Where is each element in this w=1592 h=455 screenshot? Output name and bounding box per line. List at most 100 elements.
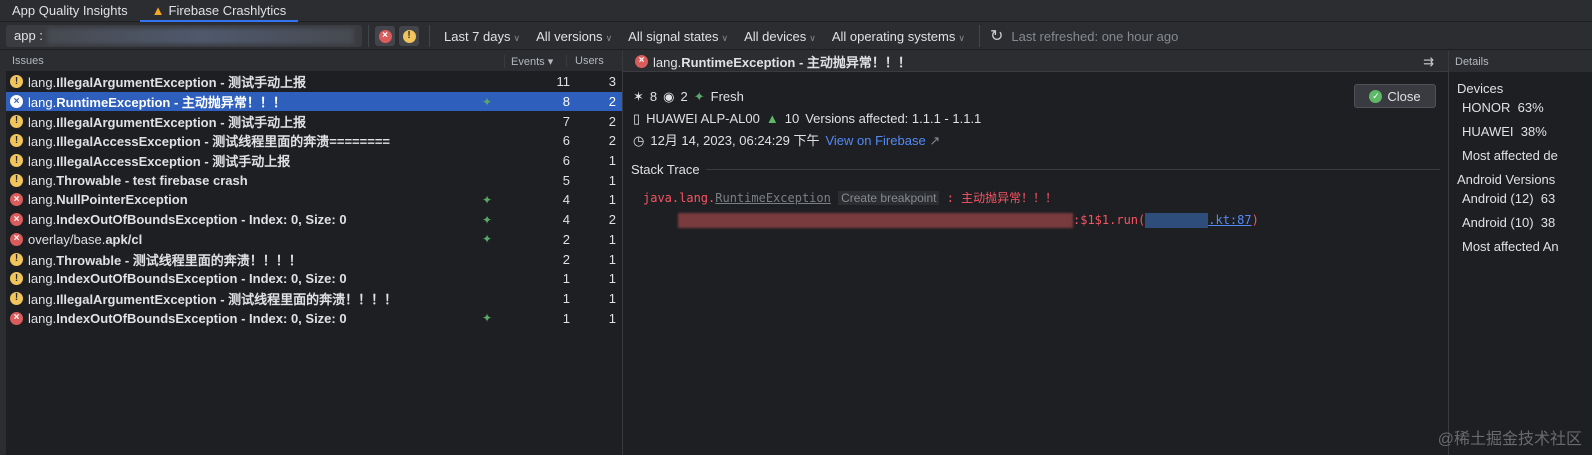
stack-trace: java.lang.RuntimeException Create breakp…	[643, 191, 1259, 228]
issue-label: lang.IllegalAccessException - 测试线程里面的奔溃=…	[28, 134, 391, 150]
android-versions-title: Android Versions	[1457, 172, 1556, 187]
warning-icon: !	[10, 173, 23, 187]
android-stat: Android (10) 38	[1462, 215, 1556, 230]
filter-fatal-toggle[interactable]: ×	[375, 26, 395, 46]
versions-dropdown[interactable]: All versions ∨	[528, 29, 620, 44]
issue-row[interactable]: ! lang.IllegalAccessException - 测试线程里面的奔溃…	[6, 131, 622, 151]
issue-title: × lang.RuntimeException - 主动抛异常！！！	[6, 92, 482, 111]
check-icon: ✓	[1369, 89, 1383, 103]
view-on-firebase-link[interactable]: View on Firebase ↗	[825, 130, 940, 152]
issue-label: lang.NullPointerException	[28, 192, 188, 208]
firebase-flame-icon: ▲	[151, 3, 165, 18]
exception-class-link[interactable]: RuntimeException	[715, 191, 831, 205]
events-count: 5	[562, 172, 570, 188]
events-count: 1	[562, 310, 570, 326]
warning-icon: !	[10, 75, 23, 89]
events-count: 11	[556, 74, 571, 90]
issue-detail-panel: × lang.RuntimeException - 主动抛异常！！！ ⇉ ✶ 8 …	[622, 51, 1448, 455]
issue-title: ! lang.Throwable - 测试线程里面的奔溃！！！！	[6, 250, 482, 269]
redacted-file	[1145, 213, 1209, 228]
fresh-sparkle-icon: ✦	[482, 192, 493, 207]
issue-row[interactable]: × lang.RuntimeException - 主动抛异常！！！ ✦ 8 2	[6, 91, 622, 112]
issue-row[interactable]: × lang.IndexOutOfBoundsException - Index:…	[6, 210, 622, 230]
error-icon: ×	[378, 29, 392, 43]
users-count: 1	[608, 192, 616, 208]
events-count: 6	[562, 133, 570, 149]
col-events[interactable]: Events ▾	[504, 54, 566, 68]
chevron-down-icon: ∨	[958, 32, 965, 43]
events-count: 8	[562, 94, 570, 110]
users-count: 1	[608, 271, 616, 287]
clock-icon: ◷	[633, 133, 645, 148]
users-count: 1	[608, 290, 616, 306]
chevron-down-icon: ∨	[513, 32, 521, 43]
error-icon: ×	[10, 311, 23, 325]
issue-label: lang.IllegalAccessException - 测试手动上报	[28, 154, 291, 170]
divider	[429, 25, 430, 47]
issue-title: × lang.NullPointerException	[6, 192, 482, 207]
issue-row[interactable]: × lang.NullPointerException ✦ 4 1	[6, 190, 622, 210]
warning-icon: !	[10, 252, 23, 266]
issue-row[interactable]: ! lang.IndexOutOfBoundsException - Index:…	[6, 269, 622, 289]
col-issues[interactable]: Issues	[6, 55, 504, 67]
issue-row[interactable]: × overlay/base.apk/cl ✦ 2 1	[6, 230, 622, 250]
issue-title: ! lang.IllegalArgumentException - 测试线程里面的…	[6, 289, 482, 308]
issue-row[interactable]: ! lang.IllegalAccessException - 测试手动上报 6 1	[6, 151, 622, 171]
app-selector[interactable]: app :	[6, 25, 362, 47]
issue-title: ! lang.IllegalArgumentException - 测试手动上报	[6, 72, 482, 91]
stack-trace-heading: Stack Trace	[631, 162, 1440, 177]
issue-row[interactable]: ! lang.Throwable - 测试线程里面的奔溃！！！！ 2 1	[6, 249, 622, 269]
issue-row[interactable]: × lang.IndexOutOfBoundsException - Index:…	[6, 308, 622, 328]
users-count: 1	[608, 153, 616, 169]
error-icon: ×	[10, 193, 23, 207]
fresh-sparkle-icon: ✦	[482, 311, 493, 326]
source-link[interactable]: .kt:87	[1208, 213, 1251, 227]
create-breakpoint-button[interactable]: Create breakpoint	[838, 191, 940, 205]
most-affected-android: Most affected An	[1462, 239, 1559, 254]
refresh-icon[interactable]: ↻	[990, 26, 1003, 46]
issue-label: lang.IllegalArgumentException - 测试手动上报	[28, 75, 307, 91]
redacted-app-id	[46, 28, 354, 44]
warning-icon: !	[10, 272, 23, 286]
warning-icon: !	[10, 154, 23, 168]
issue-row[interactable]: ! lang.IllegalArgumentException - 测试手动上报 1…	[6, 72, 622, 92]
issue-summary: ✶ 8 ◉ 2 ✦ Fresh ▯ HUAWEI ALP-AL00 ▲ 10 Versio…	[623, 72, 1448, 152]
issue-title: × lang.IndexOutOfBoundsException - Index:…	[6, 311, 482, 326]
close-issue-button[interactable]: ✓ Close	[1354, 84, 1436, 108]
device-stat: HONOR 63%	[1462, 100, 1544, 115]
col-users[interactable]: Users	[566, 55, 622, 67]
warning-icon: !	[10, 114, 23, 128]
issue-title: ! lang.IndexOutOfBoundsException - Index:…	[6, 271, 482, 286]
issue-row[interactable]: ! lang.IllegalArgumentException - 测试手动上报 7…	[6, 111, 622, 131]
issues-list: ! lang.IllegalArgumentException - 测试手动上报 1…	[6, 72, 622, 328]
divider	[705, 169, 1440, 170]
warning-icon: !	[10, 291, 23, 305]
issues-table-header: Issues Events ▾ Users	[6, 51, 622, 72]
signal-states-dropdown[interactable]: All signal states ∨	[620, 29, 736, 44]
tab-app-quality-insights[interactable]: App Quality Insights	[0, 0, 140, 21]
issue-title: ! lang.IllegalAccessException - 测试手动上报	[6, 151, 482, 170]
redacted-frame	[678, 213, 1073, 228]
events-icon: ✶	[633, 89, 644, 104]
issue-label: lang.Throwable - test firebase crash	[28, 172, 248, 188]
issue-row[interactable]: ! lang.IllegalArgumentException - 测试线程里面的…	[6, 289, 622, 309]
external-link-icon: ↗	[929, 133, 941, 148]
filter-nonfatal-toggle[interactable]: !	[399, 26, 419, 46]
time-range-dropdown[interactable]: Last 7 days ∨	[436, 29, 528, 44]
events-count: 1	[562, 271, 570, 287]
details-header: Details	[1449, 51, 1592, 72]
soft-wrap-icon[interactable]: ⇉	[1423, 54, 1434, 70]
issue-row[interactable]: ! lang.Throwable - test firebase crash 5 1	[6, 170, 622, 190]
issue-label: lang.IllegalArgumentException - 测试线程里面的奔…	[28, 291, 398, 307]
users-count: 1	[608, 172, 616, 188]
warning-icon: !	[10, 134, 23, 148]
tab-firebase-crashlytics[interactable]: ▲ Firebase Crashlytics	[139, 0, 299, 22]
chevron-down-icon: ∨	[721, 32, 729, 43]
issue-label: lang.IndexOutOfBoundsException - Index: …	[28, 271, 347, 287]
issue-title: × overlay/base.apk/cl	[6, 232, 482, 247]
issue-label: lang.Throwable - 测试线程里面的奔溃！！！！	[28, 252, 302, 268]
sort-desc-icon: ▾	[547, 55, 554, 68]
devices-dropdown[interactable]: All devices ∨	[736, 29, 824, 44]
events-count: 7	[562, 113, 570, 129]
os-dropdown[interactable]: All operating systems ∨	[824, 29, 973, 44]
